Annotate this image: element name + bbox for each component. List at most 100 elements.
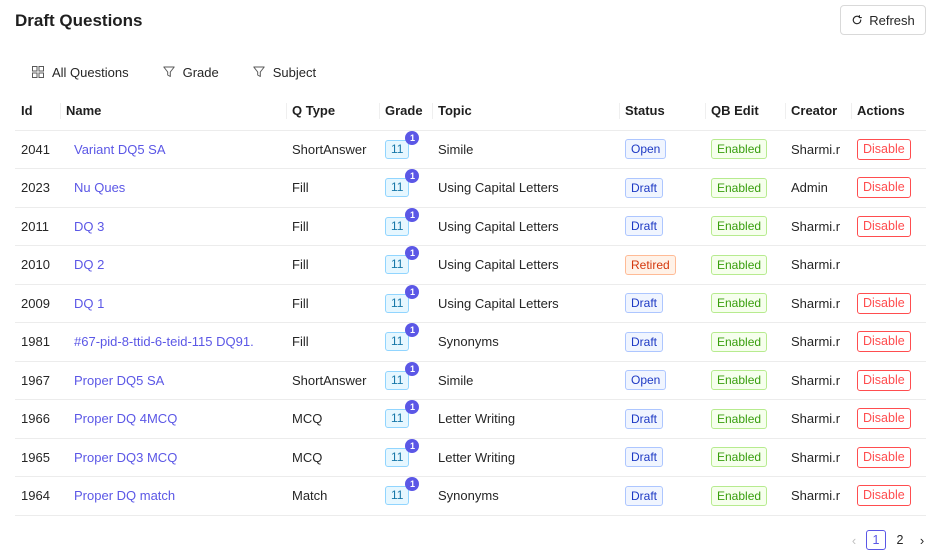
- cell-creator: Sharmi.r: [785, 438, 851, 477]
- filter-icon: [162, 66, 175, 77]
- page-number-2[interactable]: 2: [890, 530, 910, 550]
- grade-count-badge: 1: [405, 477, 420, 492]
- cell-topic: Synonyms: [432, 476, 619, 516]
- question-name-link[interactable]: #67-pid-8-ttid-6-teid-115 DQ91.: [60, 322, 286, 362]
- cell-id: 1964: [15, 476, 60, 516]
- cell-id: 1966: [15, 399, 60, 439]
- grade-tag-wrap: 11 1: [385, 207, 420, 236]
- filter-tab-subject[interactable]: Subject: [243, 65, 326, 80]
- cell-grade: 11 1: [379, 207, 432, 246]
- cell-topic: Using Capital Letters: [432, 284, 619, 323]
- cell-actions: Disable: [851, 361, 926, 400]
- grade-count-badge: 1: [405, 323, 420, 338]
- question-name-link[interactable]: Variant DQ5 SA: [60, 130, 286, 169]
- status-badge: Open: [625, 139, 667, 160]
- question-name-link[interactable]: Proper DQ5 SA: [60, 361, 286, 400]
- cell-topic: Letter Writing: [432, 399, 619, 439]
- grade-tag-wrap: 11 1: [385, 284, 420, 313]
- cell-creator: Sharmi.r: [785, 361, 851, 400]
- grade-tag: 11: [385, 486, 410, 506]
- cell-grade: 11 1: [379, 245, 432, 285]
- column-header-topic: Topic: [432, 92, 619, 131]
- qb-edit-badge: Enabled: [711, 447, 768, 468]
- question-name-link[interactable]: DQ 2: [60, 245, 286, 285]
- cell-topic: Using Capital Letters: [432, 245, 619, 285]
- disable-button[interactable]: Disable: [857, 138, 911, 160]
- filter-tabs: All Questions Grade Subject: [22, 60, 340, 84]
- status-badge: Draft: [625, 216, 664, 237]
- grade-tag-wrap: 11 1: [385, 477, 420, 506]
- table-row: 1967 Proper DQ5 SA ShortAnswer 11 1 Simile Ope…: [15, 361, 926, 400]
- qb-edit-badge: Enabled: [711, 485, 768, 506]
- status-badge: Open: [625, 370, 667, 391]
- filter-tab-grade[interactable]: Grade: [153, 65, 229, 80]
- filter-tab-label: Grade: [182, 64, 219, 80]
- filter-tab-label: Subject: [272, 64, 317, 80]
- disable-button[interactable]: Disable: [857, 446, 911, 468]
- qb-edit-badge: Enabled: [711, 370, 768, 391]
- cell-qtype: MCQ: [286, 438, 379, 477]
- disable-button[interactable]: Disable: [857, 369, 911, 391]
- cell-qtype: Fill: [286, 168, 379, 208]
- grade-count-badge: 1: [405, 169, 420, 184]
- refresh-button-label: Refresh: [869, 12, 915, 28]
- disable-button[interactable]: Disable: [857, 215, 911, 237]
- pagination: ‹ 1 2 ›: [846, 530, 930, 550]
- status-badge: Draft: [625, 293, 664, 314]
- grade-tag-wrap: 11 1: [385, 169, 420, 198]
- column-header-name: Name: [60, 92, 286, 131]
- cell-grade: 11 1: [379, 130, 432, 169]
- chevron-left-icon[interactable]: ‹: [846, 530, 862, 550]
- cell-actions: Disable: [851, 438, 926, 477]
- chevron-right-icon[interactable]: ›: [914, 530, 930, 550]
- table-row: 2010 DQ 2 Fill 11 1 Using Capital Letters Reti…: [15, 245, 926, 285]
- filter-tab-all-questions[interactable]: All Questions: [22, 65, 139, 80]
- page-number-1[interactable]: 1: [866, 530, 886, 550]
- column-header-qtype: Q Type: [286, 92, 379, 131]
- question-name-link[interactable]: Proper DQ3 MCQ: [60, 438, 286, 477]
- grade-tag-wrap: 11 1: [385, 246, 420, 275]
- grade-tag-wrap: 11 1: [385, 438, 420, 467]
- qb-edit-badge: Enabled: [711, 254, 768, 275]
- grade-tag: 11: [385, 255, 410, 275]
- cell-topic: Using Capital Letters: [432, 207, 619, 246]
- cell-qtype: ShortAnswer: [286, 130, 379, 169]
- grade-count-badge: 1: [405, 438, 420, 453]
- cell-qtype: Fill: [286, 245, 379, 285]
- cell-grade: 11 1: [379, 361, 432, 400]
- disable-button[interactable]: Disable: [857, 485, 911, 507]
- question-name-link[interactable]: DQ 3: [60, 207, 286, 246]
- qb-edit-badge: Enabled: [711, 331, 768, 352]
- status-badge: Draft: [625, 447, 664, 468]
- disable-button[interactable]: Disable: [857, 408, 911, 430]
- cell-actions: Disable: [851, 168, 926, 208]
- disable-button[interactable]: Disable: [857, 292, 911, 314]
- filter-icon: [253, 66, 265, 77]
- table-row: 2023 Nu Ques Fill 11 1 Using Capital Letters D…: [15, 168, 926, 208]
- cell-status: Open: [619, 361, 705, 400]
- question-name-link[interactable]: Proper DQ 4MCQ: [60, 399, 286, 439]
- cell-id: 2023: [15, 168, 60, 208]
- cell-id: 2011: [15, 207, 60, 246]
- cell-creator: Admin: [785, 168, 851, 208]
- cell-id: 1965: [15, 438, 60, 477]
- question-name-link[interactable]: DQ 1: [60, 284, 286, 323]
- cell-status: Draft: [619, 322, 705, 362]
- refresh-button[interactable]: Refresh: [840, 5, 926, 35]
- cell-qtype: Fill: [286, 207, 379, 246]
- question-name-link[interactable]: Proper DQ match: [60, 476, 286, 516]
- grade-count-badge: 1: [405, 361, 420, 376]
- disable-button[interactable]: Disable: [857, 331, 911, 353]
- qb-edit-badge: Enabled: [711, 216, 768, 237]
- cell-status: Open: [619, 130, 705, 169]
- cell-actions: Disable: [851, 399, 926, 439]
- table-row: 1981 #67-pid-8-ttid-6-teid-115 DQ91. Fill 1…: [15, 322, 926, 362]
- cell-creator: Sharmi.r: [785, 322, 851, 362]
- cell-topic: Using Capital Letters: [432, 168, 619, 208]
- disable-button[interactable]: Disable: [857, 177, 911, 199]
- cell-qbedit: Enabled: [705, 207, 785, 246]
- column-header-actions: Actions: [851, 92, 926, 131]
- question-name-link[interactable]: Nu Ques: [60, 168, 286, 208]
- table-row: 2011 DQ 3 Fill 11 1 Using Capital Letters Draf…: [15, 207, 926, 246]
- cell-qbedit: Enabled: [705, 245, 785, 285]
